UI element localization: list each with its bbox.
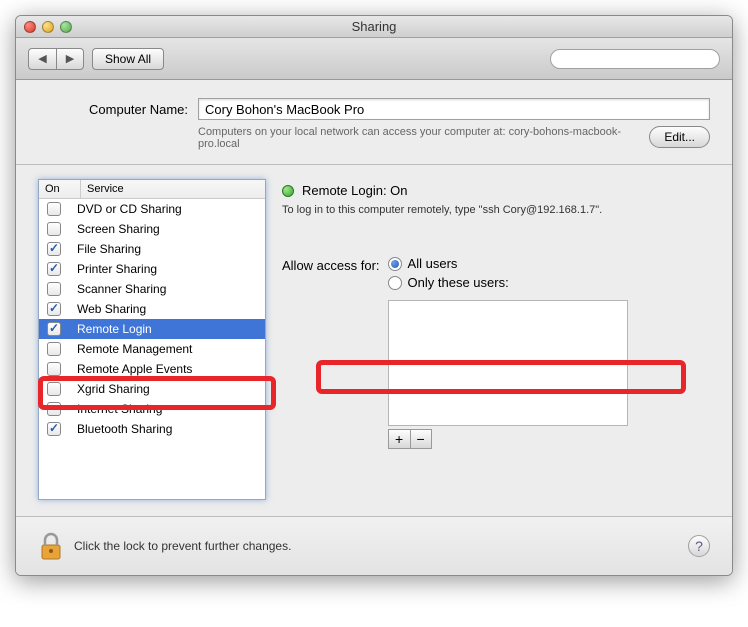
service-row[interactable]: DVD or CD Sharing	[39, 199, 265, 219]
search-input[interactable]	[561, 52, 716, 66]
computer-name-subtext: Computers on your local network can acce…	[198, 126, 649, 150]
service-checkbox[interactable]	[47, 302, 61, 316]
service-name: Internet Sharing	[77, 402, 259, 416]
service-row[interactable]: Printer Sharing	[39, 259, 265, 279]
titlebar: Sharing	[16, 16, 732, 38]
radio-all-label: All users	[408, 256, 458, 271]
service-row[interactable]: Xgrid Sharing	[39, 379, 265, 399]
status-indicator-icon	[282, 185, 294, 197]
toolbar: ◀ ▶ Show All	[16, 38, 732, 80]
service-checkbox[interactable]	[47, 322, 61, 336]
users-listbox[interactable]	[388, 300, 628, 426]
service-checkbox[interactable]	[47, 202, 61, 216]
window-title: Sharing	[16, 19, 732, 34]
service-row[interactable]: Remote Management	[39, 339, 265, 359]
service-checkbox[interactable]	[47, 342, 61, 356]
lock-text: Click the lock to prevent further change…	[74, 539, 688, 553]
divider	[16, 164, 732, 165]
minimize-window-button[interactable]	[42, 21, 54, 33]
header-on: On	[39, 180, 81, 198]
service-name: Remote Apple Events	[77, 362, 259, 376]
radio-only-users[interactable]: Only these users:	[388, 275, 628, 290]
computer-name-input[interactable]	[198, 98, 710, 120]
help-button[interactable]: ?	[688, 535, 710, 557]
service-row[interactable]: Screen Sharing	[39, 219, 265, 239]
header-service: Service	[81, 180, 265, 198]
service-name: File Sharing	[77, 242, 259, 256]
radio-icon	[388, 276, 402, 290]
close-window-button[interactable]	[24, 21, 36, 33]
show-all-button[interactable]: Show All	[92, 48, 164, 70]
service-checkbox[interactable]	[47, 242, 61, 256]
access-label: Allow access for:	[282, 256, 380, 273]
radio-only-label: Only these users:	[408, 275, 509, 290]
service-name: Scanner Sharing	[77, 282, 259, 296]
service-checkbox[interactable]	[47, 282, 61, 296]
service-row[interactable]: Web Sharing	[39, 299, 265, 319]
service-row[interactable]: Remote Login	[39, 319, 265, 339]
service-row[interactable]: File Sharing	[39, 239, 265, 259]
service-name: Remote Management	[77, 342, 259, 356]
login-instructions: To log in to this computer remotely, typ…	[282, 204, 710, 216]
service-name: Bluetooth Sharing	[77, 422, 259, 436]
remove-user-button[interactable]: −	[410, 429, 432, 449]
service-row[interactable]: Scanner Sharing	[39, 279, 265, 299]
edit-hostname-button[interactable]: Edit...	[649, 126, 710, 148]
search-field[interactable]	[550, 49, 720, 69]
lock-icon[interactable]	[38, 531, 64, 561]
service-checkbox[interactable]	[47, 402, 61, 416]
service-row[interactable]: Bluetooth Sharing	[39, 419, 265, 439]
service-checkbox[interactable]	[47, 422, 61, 436]
add-user-button[interactable]: +	[388, 429, 410, 449]
service-row[interactable]: Remote Apple Events	[39, 359, 265, 379]
service-name: Remote Login	[77, 322, 259, 336]
radio-all-users[interactable]: All users	[388, 256, 628, 271]
radio-icon	[388, 257, 402, 271]
list-header: On Service	[39, 180, 265, 199]
forward-button[interactable]: ▶	[56, 48, 84, 70]
service-list[interactable]: On Service DVD or CD Sharing Screen Shari…	[38, 179, 266, 500]
service-checkbox[interactable]	[47, 362, 61, 376]
service-name: Printer Sharing	[77, 262, 259, 276]
service-name: Web Sharing	[77, 302, 259, 316]
service-name: Xgrid Sharing	[77, 382, 259, 396]
service-checkbox[interactable]	[47, 262, 61, 276]
computer-name-label: Computer Name:	[38, 102, 188, 117]
service-checkbox[interactable]	[47, 382, 61, 396]
service-checkbox[interactable]	[47, 222, 61, 236]
service-row[interactable]: Internet Sharing	[39, 399, 265, 419]
zoom-window-button[interactable]	[60, 21, 72, 33]
service-name: DVD or CD Sharing	[77, 202, 259, 216]
service-name: Screen Sharing	[77, 222, 259, 236]
status-label: Remote Login: On	[302, 183, 408, 198]
back-button[interactable]: ◀	[28, 48, 56, 70]
